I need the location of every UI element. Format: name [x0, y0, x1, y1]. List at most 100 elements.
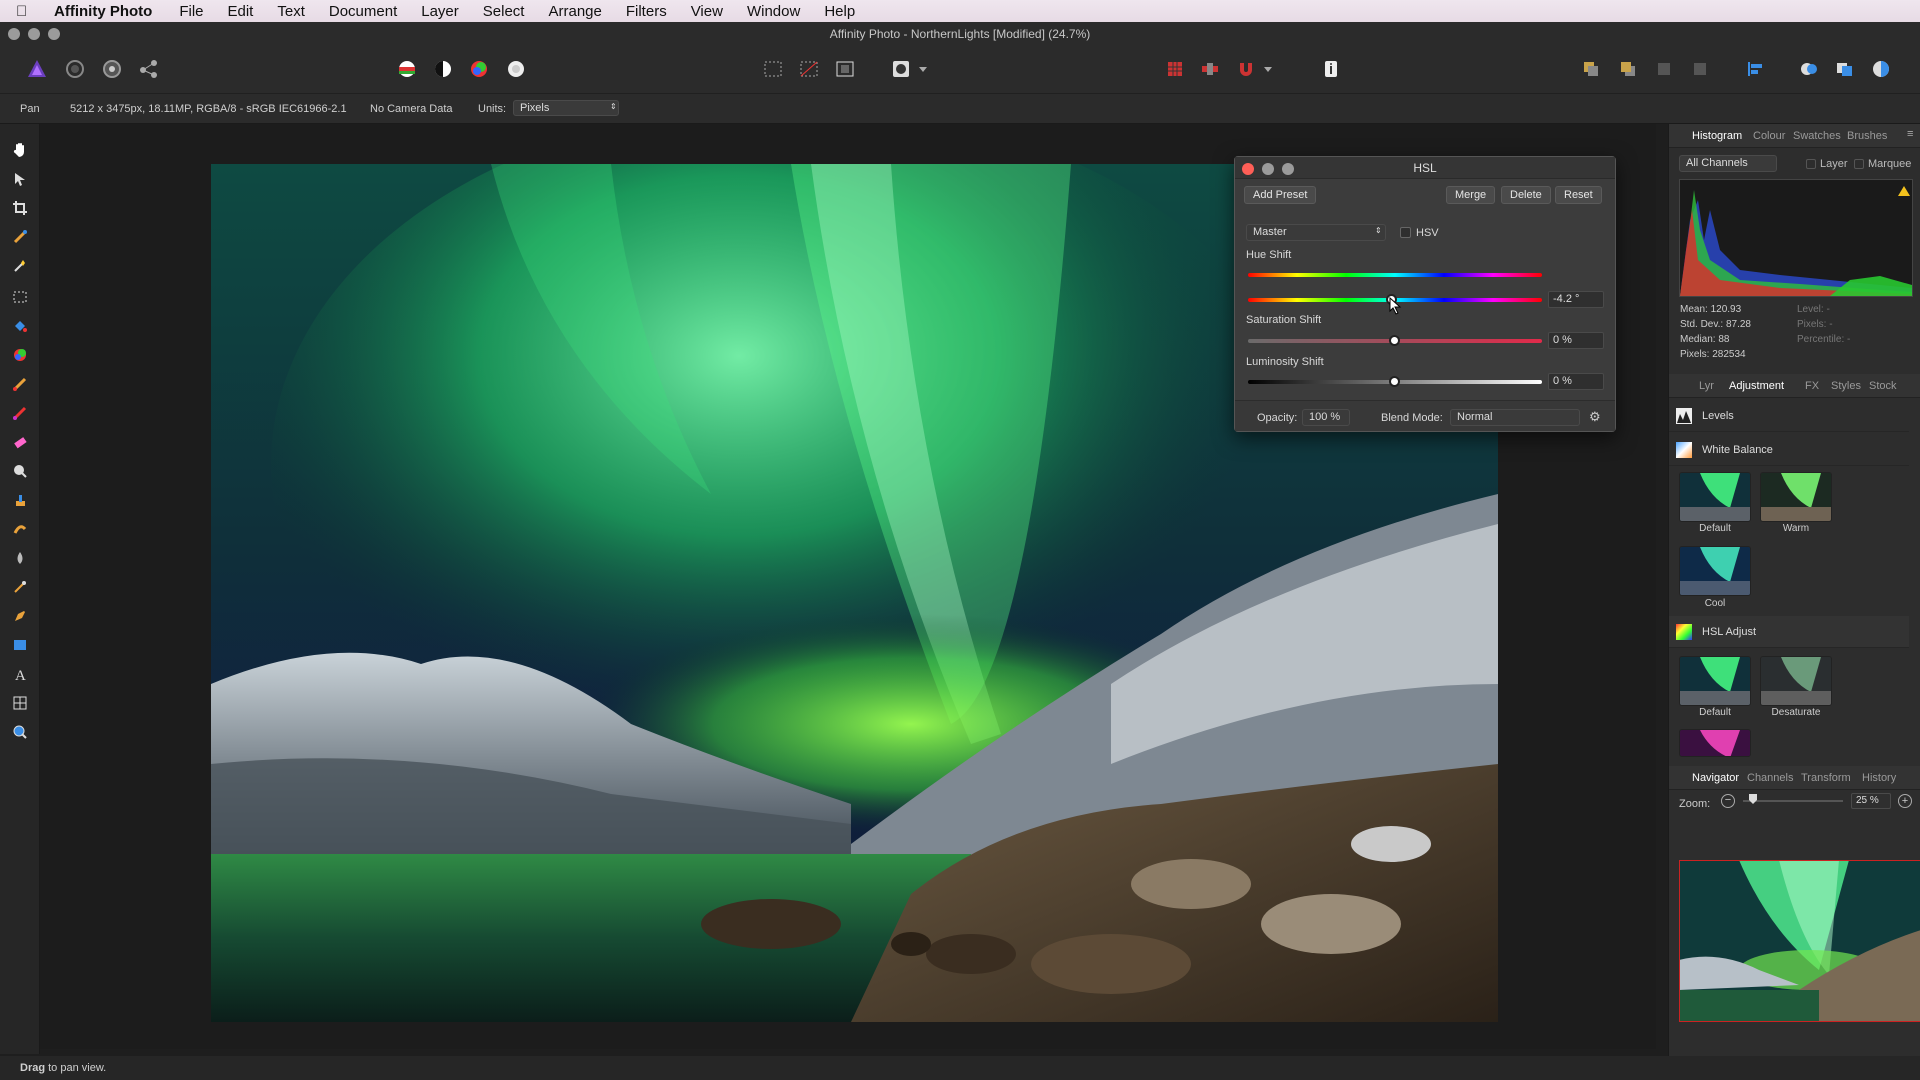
auto-levels-icon[interactable]: [396, 58, 418, 80]
blur-brush-tool-icon[interactable]: [10, 548, 30, 568]
healing-brush-tool-icon[interactable]: [10, 519, 30, 539]
menu-view[interactable]: View: [691, 3, 723, 20]
reset-button[interactable]: Reset: [1555, 186, 1602, 204]
boolean-subtract-icon[interactable]: [1834, 58, 1856, 80]
menu-document[interactable]: Document: [329, 3, 397, 20]
menu-arrange[interactable]: Arrange: [548, 3, 601, 20]
channel-select[interactable]: Master ⇕: [1246, 224, 1386, 241]
zoom-window-button[interactable]: [48, 28, 60, 40]
deselect-icon[interactable]: [798, 58, 820, 80]
tab-styles[interactable]: Styles: [1831, 380, 1861, 392]
menu-edit[interactable]: Edit: [228, 3, 254, 20]
zoom-slider[interactable]: [1743, 800, 1843, 802]
arrange-front-icon[interactable]: [1653, 58, 1675, 80]
adjustment-hsl[interactable]: HSL Adjust: [1669, 616, 1909, 648]
units-select[interactable]: Pixels ⇕: [513, 100, 619, 116]
adjustment-levels[interactable]: Levels: [1669, 400, 1909, 432]
rectangle-tool-icon[interactable]: [10, 635, 30, 655]
tab-layers[interactable]: Lyr: [1699, 380, 1714, 392]
close-window-button[interactable]: [8, 28, 20, 40]
hsl-preset-desaturate-thumb[interactable]: [1760, 656, 1832, 706]
arrange-top-icon[interactable]: [1689, 58, 1711, 80]
liquify-persona-icon[interactable]: [64, 58, 86, 80]
tab-colour[interactable]: Colour: [1753, 130, 1785, 142]
invert-selection-icon[interactable]: [834, 58, 856, 80]
align-icon[interactable]: [1744, 58, 1766, 80]
zoom-out-icon[interactable]: −: [1721, 794, 1735, 808]
gear-icon[interactable]: ⚙: [1589, 409, 1601, 425]
tab-stock[interactable]: Stock: [1869, 380, 1897, 392]
clone-brush-tool-icon[interactable]: [10, 490, 30, 510]
tab-transform[interactable]: Transform: [1801, 772, 1851, 784]
menu-window[interactable]: Window: [747, 3, 800, 20]
selection-brush-tool-icon[interactable]: [10, 227, 30, 247]
snapping-dropdown-icon[interactable]: [1261, 58, 1275, 80]
photo-persona-icon[interactable]: [26, 58, 48, 80]
colour-picker-tool-icon[interactable]: [10, 345, 30, 365]
view-tool-hand-icon[interactable]: [10, 140, 30, 160]
menu-text[interactable]: Text: [277, 3, 305, 20]
saturation-shift-value[interactable]: 0 %: [1548, 332, 1604, 349]
colour-replacement-tool-icon[interactable]: [10, 403, 30, 423]
tab-swatches[interactable]: Swatches: [1793, 130, 1841, 142]
auto-colours-icon[interactable]: [468, 58, 490, 80]
hsv-checkbox[interactable]: [1400, 227, 1411, 238]
snapping-magnet-icon[interactable]: [1235, 58, 1257, 80]
export-persona-icon[interactable]: [138, 58, 160, 80]
pen-tool-icon[interactable]: [10, 606, 30, 626]
menu-filters[interactable]: Filters: [626, 3, 667, 20]
smudge-tool-icon[interactable]: [10, 577, 30, 597]
info-icon[interactable]: [1320, 58, 1342, 80]
delete-button[interactable]: Delete: [1501, 186, 1551, 204]
quick-mask-dropdown-icon[interactable]: [916, 58, 930, 80]
histogram-channel-select[interactable]: All Channels: [1679, 155, 1777, 172]
snapping-grid-icon[interactable]: [1164, 58, 1186, 80]
tab-fx[interactable]: FX: [1805, 380, 1819, 392]
hsl-preset-default-thumb[interactable]: [1679, 656, 1751, 706]
marquee-tool-icon[interactable]: [10, 287, 30, 307]
text-tool-icon[interactable]: A: [10, 664, 30, 684]
merge-button[interactable]: Merge: [1446, 186, 1496, 204]
boolean-add-icon[interactable]: [1798, 58, 1820, 80]
arrange-forward-icon[interactable]: [1617, 58, 1639, 80]
auto-contrast-icon[interactable]: [432, 58, 454, 80]
panel-menu-icon[interactable]: ≡: [1907, 128, 1913, 140]
move-tool-icon[interactable]: [10, 169, 30, 189]
menu-layer[interactable]: Layer: [421, 3, 459, 20]
wb-preset-cool-thumb[interactable]: [1679, 546, 1751, 596]
erase-brush-tool-icon[interactable]: [10, 432, 30, 452]
minimize-window-button[interactable]: [28, 28, 40, 40]
hsl-preset-third-thumb[interactable]: [1679, 729, 1751, 757]
close-icon[interactable]: [1242, 163, 1254, 175]
menu-help[interactable]: Help: [824, 3, 855, 20]
zoom-value-field[interactable]: 25 %: [1851, 793, 1891, 809]
navigator-preview[interactable]: [1679, 860, 1920, 1022]
zoom-tool-icon[interactable]: [10, 722, 30, 742]
crop-tool-icon[interactable]: [10, 198, 30, 218]
tab-histogram[interactable]: Histogram: [1692, 130, 1742, 142]
minimize-icon[interactable]: [1262, 163, 1274, 175]
hue-shift-value[interactable]: -4.2 °: [1548, 291, 1604, 308]
opacity-select[interactable]: 100 %: [1302, 409, 1350, 426]
selection-marquee-icon[interactable]: [762, 58, 784, 80]
blend-mode-select[interactable]: Normal: [1450, 409, 1580, 426]
menu-app-name[interactable]: Affinity Photo: [54, 3, 152, 20]
tab-navigator[interactable]: Navigator: [1692, 772, 1739, 784]
adjustment-white-balance[interactable]: White Balance: [1669, 434, 1909, 466]
menu-select[interactable]: Select: [483, 3, 525, 20]
zoom-icon[interactable]: [1282, 163, 1294, 175]
dodge-tool-icon[interactable]: [10, 461, 30, 481]
paint-brush-tool-icon[interactable]: [10, 374, 30, 394]
mesh-warp-tool-icon[interactable]: [10, 693, 30, 713]
flood-select-tool-icon[interactable]: [10, 256, 30, 276]
luminosity-shift-knob[interactable]: [1389, 376, 1400, 387]
saturation-shift-knob[interactable]: [1389, 335, 1400, 346]
luminosity-shift-value[interactable]: 0 %: [1548, 373, 1604, 390]
menu-file[interactable]: File: [179, 3, 203, 20]
tab-channels[interactable]: Channels: [1747, 772, 1793, 784]
auto-white-balance-icon[interactable]: [505, 58, 527, 80]
apple-menu-icon[interactable]: : [16, 3, 46, 20]
tab-history[interactable]: History: [1862, 772, 1896, 784]
quick-mask-icon[interactable]: [890, 58, 912, 80]
snapping-toggle-icon[interactable]: [1199, 58, 1221, 80]
